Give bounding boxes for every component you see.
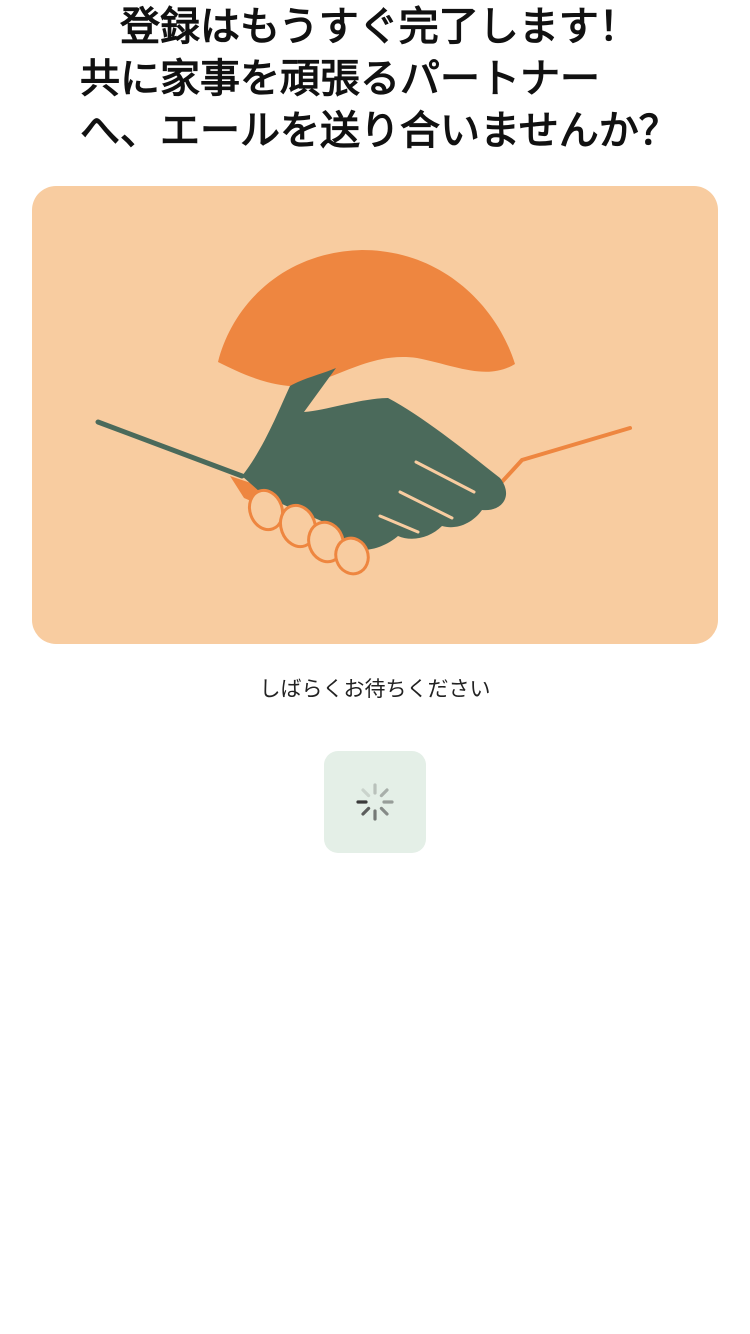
handshake-icon <box>95 250 632 576</box>
headline-line-2: 共に家事を頑張るパートナー <box>80 56 600 102</box>
handshake-illustration <box>32 186 718 644</box>
sun-shape <box>218 250 515 387</box>
left-cuff-line <box>95 419 245 479</box>
please-wait-text: しばらくお待ちください <box>259 677 491 701</box>
headline-line-3: へ、エールを送り合いませんか？ <box>80 108 679 154</box>
loading-indicator <box>324 751 426 853</box>
headline-line-1: 登録はもうすぐ完了します！ <box>120 4 639 50</box>
loading-spinner-icon <box>356 783 394 821</box>
right-cuff-line <box>498 426 632 486</box>
registration-pending-screen: 登録はもうすぐ完了します！ 共に家事を頑張るパートナー へ、エールを送り合いませ… <box>0 0 750 1334</box>
